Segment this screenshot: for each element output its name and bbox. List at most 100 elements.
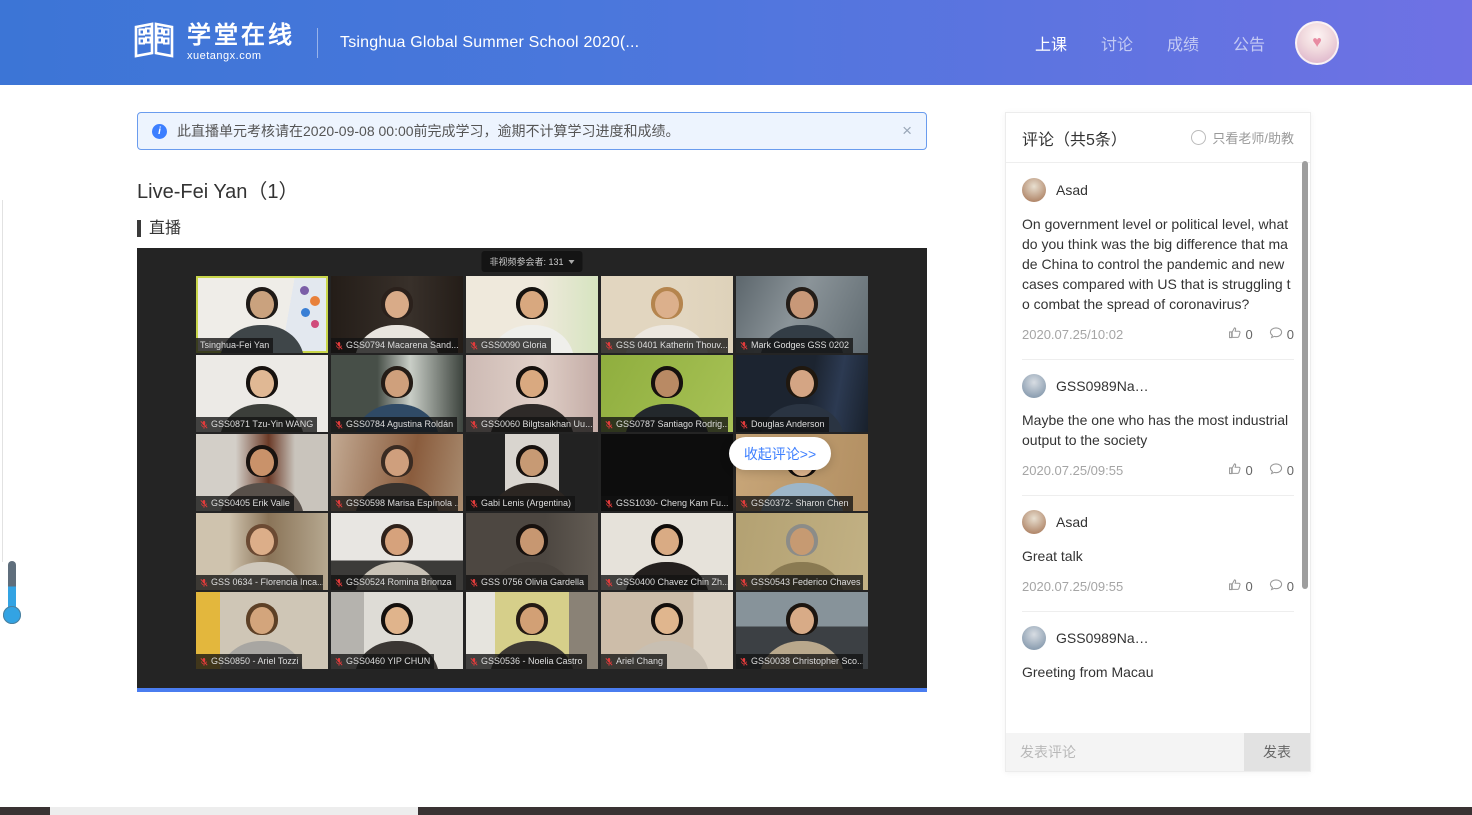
commenter-name: GSS0989Na… [1056, 378, 1149, 394]
mic-off-icon [740, 578, 748, 588]
person-face [520, 291, 544, 318]
like-button[interactable]: 0 [1228, 462, 1253, 479]
mic-off-icon [740, 420, 748, 430]
comment-input[interactable] [1006, 733, 1244, 771]
participant-tile[interactable]: Ariel Chang [601, 592, 733, 669]
comments-scrollbar[interactable] [1302, 161, 1308, 589]
radio-circle-icon[interactable] [1191, 130, 1206, 145]
live-section-label: 直播 [137, 220, 181, 237]
logo-title: 学堂在线 [187, 23, 295, 49]
participant-tile[interactable]: GSS0850 - Ariel Tozzi [196, 592, 328, 669]
course-title: Tsinghua Global Summer School 2020(... [340, 34, 639, 52]
like-button[interactable]: 0 [1228, 326, 1253, 343]
participant-grid: Tsinghua-Fei Yan GSS0794 Macarena Sand...… [196, 276, 868, 669]
participant-tile[interactable]: GSS0598 Marisa Espínola ... [331, 434, 463, 511]
comment-actions: 00 [1228, 578, 1294, 595]
participant-tile[interactable]: GSS0400 Chavez Chin Zh... [601, 513, 733, 590]
person-face [385, 607, 409, 634]
nav-item[interactable]: 公告 [1233, 31, 1265, 55]
participant-name-label: GSS0060 Bilgtsaikhan Uu... [466, 417, 593, 432]
user-avatar[interactable]: ♥ [1295, 21, 1339, 65]
participant-tile[interactable]: GSS 0401 Katherin Thouv... [601, 276, 733, 353]
person-face [655, 607, 679, 634]
participant-tile[interactable]: GSS0090 Gloria [466, 276, 598, 353]
mic-off-icon [200, 420, 208, 430]
participant-tile[interactable]: GSS0543 Federico Chaves [736, 513, 868, 590]
info-icon: i [152, 124, 167, 139]
participant-tile[interactable]: Douglas Anderson [736, 355, 868, 432]
teacher-only-filter[interactable]: 只看老师/助教 [1191, 128, 1294, 147]
non-video-participants-dropdown[interactable]: 非视频参会者: 131 [481, 251, 582, 272]
reply-button[interactable]: 0 [1269, 326, 1294, 343]
nav-item[interactable]: 成绩 [1167, 31, 1199, 55]
participant-name-label: GSS0460 YIP CHUN [331, 654, 434, 669]
participant-tile[interactable]: GSS0038 Christopher Sco... [736, 592, 868, 669]
participant-tile[interactable]: GSS0405 Erik Valle [196, 434, 328, 511]
person-face [790, 291, 814, 318]
nav-item[interactable]: 讨论 [1101, 31, 1133, 55]
participant-name-label: Mark Godges GSS 0202 [736, 338, 853, 353]
person-face [250, 370, 274, 397]
comment-text: Great talk [1022, 546, 1294, 566]
person-face [655, 528, 679, 555]
participant-tile[interactable]: GSS 0756 Olivia Gardella [466, 513, 598, 590]
commenter-avatar [1022, 178, 1046, 202]
participant-tile[interactable]: Mark Godges GSS 0202 [736, 276, 868, 353]
reply-button[interactable]: 0 [1269, 462, 1294, 479]
like-button[interactable]: 0 [1228, 578, 1253, 595]
participant-name-label: GSS 0401 Katherin Thouv... [601, 338, 728, 353]
collapse-comments-button[interactable]: 收起评论>> [729, 437, 831, 470]
participant-tile[interactable]: GSS0871 Tzu-Yin WANG [196, 355, 328, 432]
person-face [385, 370, 409, 397]
person-face [520, 607, 544, 634]
header-divider [317, 28, 318, 58]
horizontal-scrollbar-track[interactable] [0, 807, 1472, 815]
mic-off-icon [335, 499, 343, 509]
participant-tile[interactable]: GSS1030- Cheng Kam Fu... [601, 434, 733, 511]
comment-head: GSS0989Na… [1022, 626, 1294, 650]
comment-bubble-icon [1269, 578, 1283, 595]
thumbs-up-icon [1228, 326, 1242, 343]
comments-list[interactable]: AsadOn government level or political lev… [1006, 164, 1310, 733]
commenter-name: GSS0989Na… [1056, 630, 1149, 646]
participant-tile[interactable]: Tsinghua-Fei Yan [196, 276, 328, 353]
participant-tile[interactable]: GSS0536 - Noelia Castro [466, 592, 598, 669]
participant-name-label: GSS1030- Cheng Kam Fu... [601, 496, 728, 511]
logo-subtitle: xuetangx.com [187, 50, 295, 62]
open-book-icon [133, 22, 175, 63]
live-video-player[interactable]: 非视频参会者: 131 Tsinghua-Fei Yan GSS0794 Maca… [137, 248, 927, 692]
participant-name-label: GSS 0756 Olivia Gardella [466, 575, 588, 590]
participant-tile[interactable]: GSS0460 YIP CHUN [331, 592, 463, 669]
person-face [790, 607, 814, 634]
nav-item[interactable]: 上课 [1035, 31, 1067, 55]
participant-name-label: GSS0787 Santiago Rodrig... [601, 417, 728, 432]
participant-name-label: GSS0090 Gloria [466, 338, 551, 353]
participant-tile[interactable]: GSS0794 Macarena Sand... [331, 276, 463, 353]
horizontal-scrollbar-thumb[interactable] [50, 807, 418, 815]
thermometer-icon[interactable] [2, 561, 22, 624]
participant-tile[interactable]: Gabi Lenis (Argentina) [466, 434, 598, 511]
person-face [385, 449, 409, 476]
participant-tile[interactable]: GSS0784 Agustina Roldán [331, 355, 463, 432]
mic-off-icon [605, 420, 613, 430]
participant-name-label: GSS0871 Tzu-Yin WANG [196, 417, 317, 432]
participant-tile[interactable]: GSS 0634 - Florencia Inca... [196, 513, 328, 590]
participant-name-label: GSS0038 Christopher Sco... [736, 654, 863, 669]
close-icon[interactable]: × [902, 121, 912, 141]
participant-tile[interactable]: GSS0524 Romina Brionza [331, 513, 463, 590]
participant-name-label: GSS0400 Chavez Chin Zh... [601, 575, 728, 590]
person-face [385, 291, 409, 318]
participant-name-label: Tsinghua-Fei Yan [196, 338, 273, 353]
participant-tile[interactable]: GSS0060 Bilgtsaikhan Uu... [466, 355, 598, 432]
comment-time: 2020.07.25/10:02 [1022, 327, 1123, 342]
participant-name-label: GSS0598 Marisa Espínola ... [331, 496, 458, 511]
xuetangx-logo[interactable]: 学堂在线 xuetangx.com [133, 22, 295, 63]
mic-off-icon [200, 578, 208, 588]
mic-off-icon [470, 499, 478, 509]
comment-text: Greeting from Macau [1022, 662, 1294, 682]
submit-comment-button[interactable]: 发表 [1244, 733, 1310, 771]
participant-name-label: Gabi Lenis (Argentina) [466, 496, 575, 511]
player-progress-bar[interactable] [137, 688, 927, 692]
participant-tile[interactable]: GSS0787 Santiago Rodrig... [601, 355, 733, 432]
reply-button[interactable]: 0 [1269, 578, 1294, 595]
